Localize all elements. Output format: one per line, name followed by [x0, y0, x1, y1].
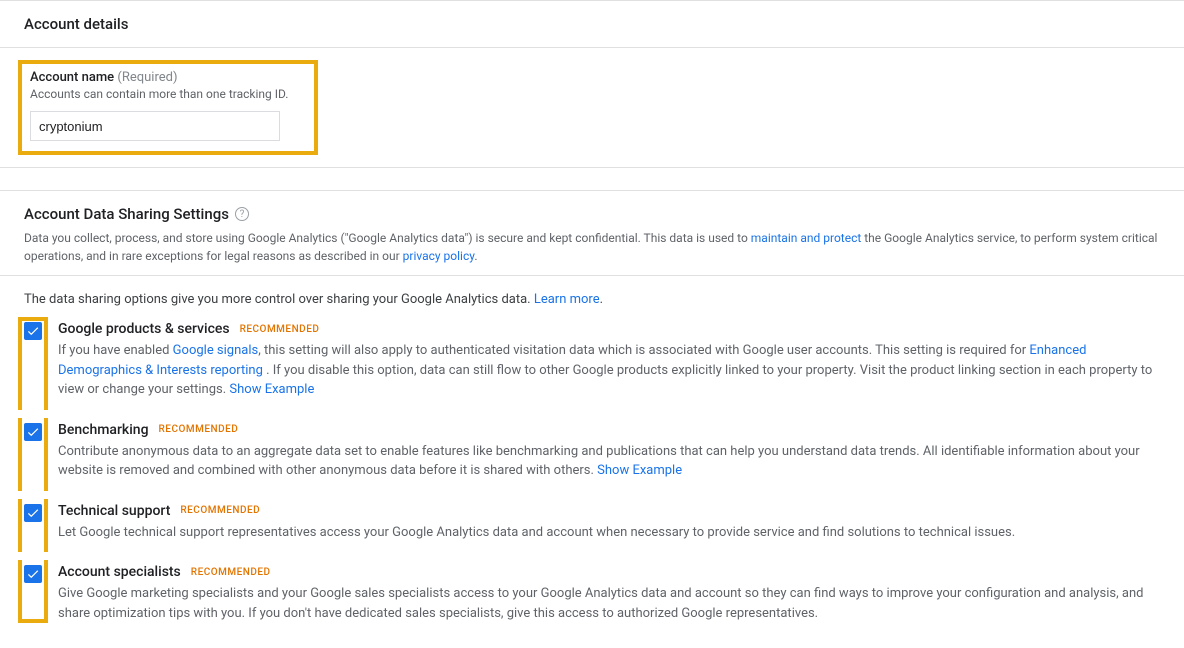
maintain-protect-link[interactable]: maintain and protect: [751, 231, 862, 245]
option-description: Contribute anonymous data to an aggregat…: [58, 442, 1160, 481]
checkbox-account-specialists[interactable]: [24, 565, 42, 583]
recommended-badge: RECOMMENDED: [240, 324, 320, 335]
recommended-badge: RECOMMENDED: [159, 424, 239, 435]
option-description: Give Google marketing specialists and yo…: [58, 584, 1160, 623]
checkbox-benchmarking[interactable]: [24, 423, 42, 441]
account-details-title: Account details: [24, 15, 128, 33]
checkbox-google-products[interactable]: [24, 322, 42, 340]
data-sharing-section: Account Data Sharing Settings ? Data you…: [0, 190, 1184, 643]
option-description: Let Google technical support representat…: [58, 523, 1160, 543]
recommended-badge: RECOMMENDED: [191, 567, 271, 578]
google-signals-link[interactable]: Google signals: [173, 343, 259, 358]
option-description: If you have enabled Google signals, this…: [58, 341, 1160, 400]
show-example-link[interactable]: Show Example: [597, 463, 682, 478]
account-name-help: Accounts can contain more than one track…: [30, 87, 306, 101]
account-name-block: Account name (Required) Accounts can con…: [18, 60, 318, 155]
recommended-badge: RECOMMENDED: [180, 505, 260, 516]
option-title: Account specialists: [58, 564, 181, 580]
option-google-products: Google products & services RECOMMENDED I…: [24, 321, 1160, 400]
privacy-policy-link[interactable]: privacy policy: [403, 249, 475, 263]
option-title: Google products & services: [58, 321, 230, 337]
account-name-label: Account name: [30, 70, 114, 85]
option-technical-support: Technical support RECOMMENDED Let Google…: [24, 503, 1160, 543]
option-title: Technical support: [58, 503, 170, 519]
account-name-input[interactable]: [30, 111, 280, 141]
option-title: Benchmarking: [58, 422, 149, 438]
data-sharing-body: The data sharing options give you more c…: [0, 276, 1184, 643]
show-example-link[interactable]: Show Example: [229, 382, 314, 397]
account-name-required: (Required): [117, 70, 177, 85]
account-details-header: Account details: [0, 1, 1184, 48]
data-sharing-description: Data you collect, process, and store usi…: [24, 229, 1160, 265]
option-benchmarking: Benchmarking RECOMMENDED Contribute anon…: [24, 422, 1160, 481]
data-sharing-header: Account Data Sharing Settings ? Data you…: [0, 191, 1184, 276]
checkbox-technical-support[interactable]: [24, 504, 42, 522]
data-sharing-title: Account Data Sharing Settings: [24, 205, 229, 223]
learn-more-link[interactable]: Learn more: [534, 292, 600, 307]
account-details-section: Account details Account name (Required) …: [0, 0, 1184, 168]
option-account-specialists: Account specialists RECOMMENDED Give Goo…: [24, 564, 1160, 623]
help-icon[interactable]: ?: [235, 207, 249, 221]
data-sharing-intro: The data sharing options give you more c…: [24, 292, 1160, 307]
